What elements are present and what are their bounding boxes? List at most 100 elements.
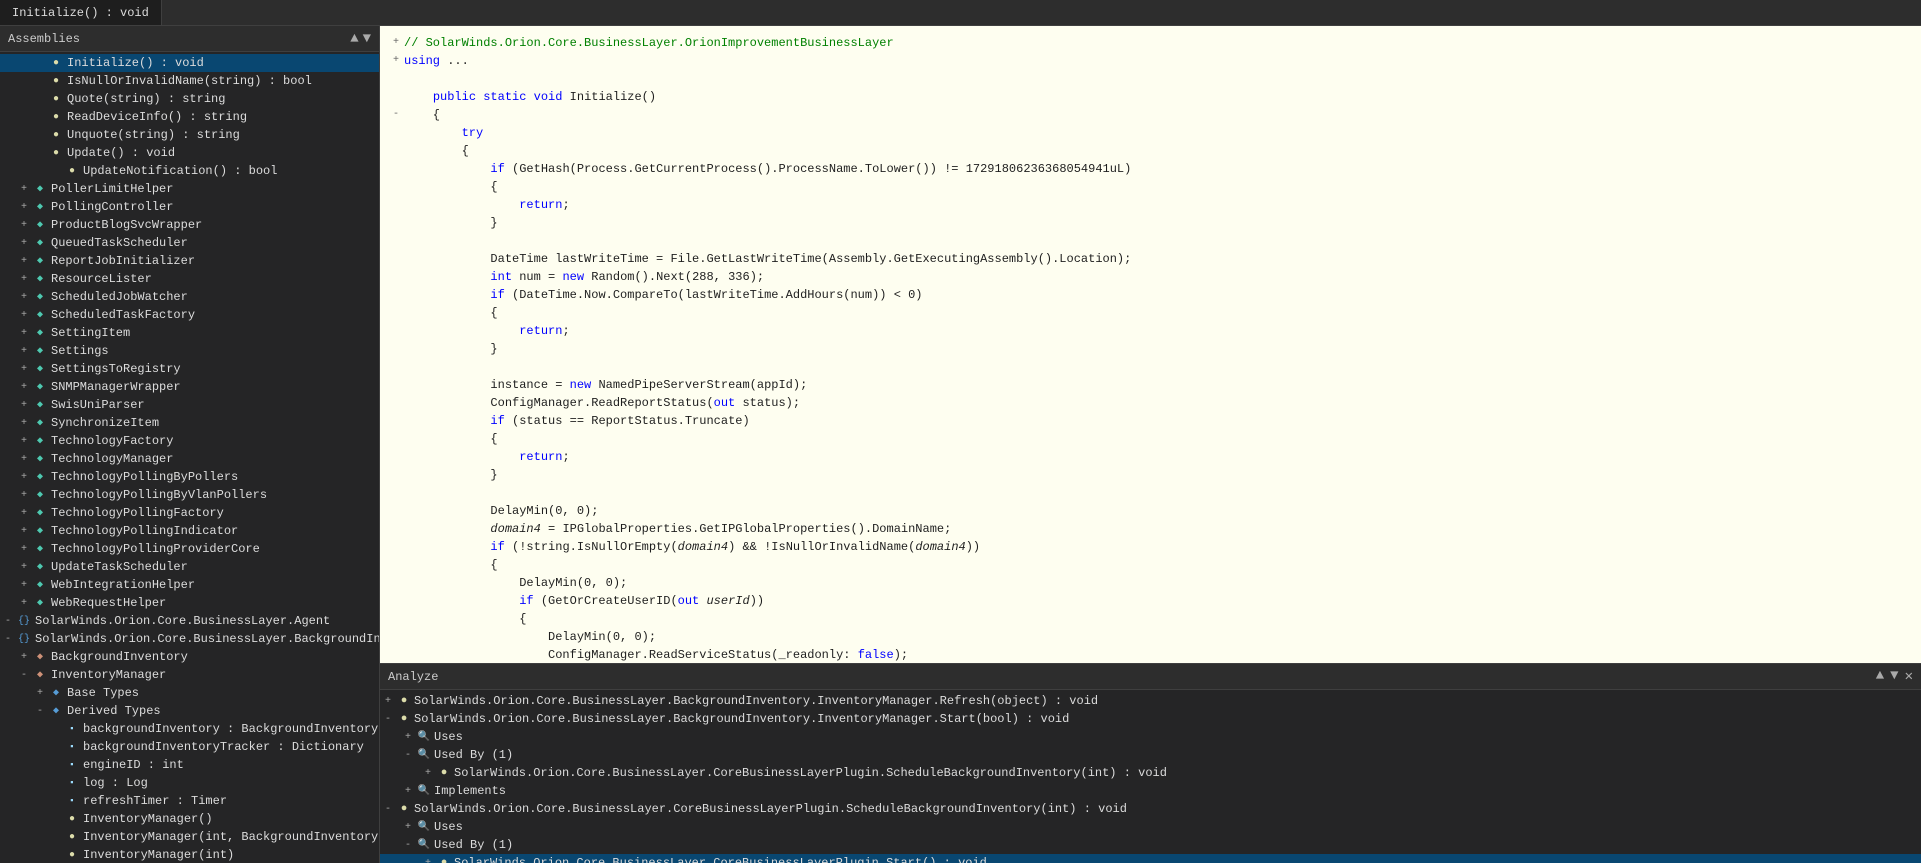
analyze-expander[interactable]: +: [420, 858, 436, 863]
tree-item[interactable]: -{}SolarWinds.Orion.Core.BusinessLayer.A…: [0, 612, 379, 630]
analyze-expander[interactable]: +: [420, 768, 436, 779]
analyze-item[interactable]: -●SolarWinds.Orion.Core.BusinessLayer.Co…: [380, 800, 1921, 818]
tree-item[interactable]: +◆TechnologyFactory: [0, 432, 379, 450]
tree-expander[interactable]: +: [16, 346, 32, 357]
tree-expander[interactable]: +: [16, 580, 32, 591]
tree-expander[interactable]: +: [16, 328, 32, 339]
tree-item[interactable]: +◆SettingItem: [0, 324, 379, 342]
expand-icon[interactable]: ▼: [363, 31, 371, 47]
code-expander[interactable]: +: [388, 34, 404, 52]
tree-item[interactable]: ●InventoryManager(): [0, 810, 379, 828]
analyze-item[interactable]: -🔍Used By (1): [380, 746, 1921, 764]
code-editor[interactable]: +// SolarWinds.Orion.Core.BusinessLayer.…: [380, 26, 1921, 663]
tree-item[interactable]: ●Update() : void: [0, 144, 379, 162]
analyze-item[interactable]: +●SolarWinds.Orion.Core.BusinessLayer.Ba…: [380, 692, 1921, 710]
tree-item[interactable]: -◆InventoryManager: [0, 666, 379, 684]
analyze-item[interactable]: +●SolarWinds.Orion.Core.BusinessLayer.Co…: [380, 764, 1921, 782]
tree-item[interactable]: ▪backgroundInventory : BackgroundInvento…: [0, 720, 379, 738]
tree-item[interactable]: +◆Settings: [0, 342, 379, 360]
tree-item[interactable]: -◆Derived Types: [0, 702, 379, 720]
analyze-expander[interactable]: -: [380, 804, 396, 815]
analyze-item[interactable]: +🔍Uses: [380, 728, 1921, 746]
analyze-expander[interactable]: +: [400, 786, 416, 797]
tree-expander[interactable]: +: [16, 544, 32, 555]
tree-item[interactable]: +◆TechnologyPollingProviderCore: [0, 540, 379, 558]
analyze-expander[interactable]: -: [380, 714, 396, 725]
tree-item[interactable]: ▪log : Log: [0, 774, 379, 792]
tree-item[interactable]: +◆TechnologyPollingFactory: [0, 504, 379, 522]
tree-item[interactable]: ▪backgroundInventoryTracker : Dictionary: [0, 738, 379, 756]
collapse-icon[interactable]: ▲: [350, 31, 358, 47]
tree-expander[interactable]: +: [16, 598, 32, 609]
tree-expander[interactable]: +: [16, 364, 32, 375]
tree-item[interactable]: +◆ResourceLister: [0, 270, 379, 288]
tree-item[interactable]: +◆ReportJobInitializer: [0, 252, 379, 270]
tree-expander[interactable]: +: [16, 652, 32, 663]
tree-expander[interactable]: +: [16, 526, 32, 537]
analyze-item[interactable]: +🔍Uses: [380, 818, 1921, 836]
tree-item[interactable]: +◆ProductBlogSvcWrapper: [0, 216, 379, 234]
tree-item[interactable]: +◆PollingController: [0, 198, 379, 216]
tree-item[interactable]: +◆SNMPManagerWrapper: [0, 378, 379, 396]
tree-expander[interactable]: +: [16, 310, 32, 321]
analyze-item[interactable]: +🔍Implements: [380, 782, 1921, 800]
tree-item[interactable]: +◆WebIntegrationHelper: [0, 576, 379, 594]
tree-expander[interactable]: +: [16, 508, 32, 519]
analyze-item[interactable]: -●SolarWinds.Orion.Core.BusinessLayer.Ba…: [380, 710, 1921, 728]
tree-expander[interactable]: +: [16, 256, 32, 267]
analyze-expander[interactable]: -: [400, 750, 416, 761]
tree-item[interactable]: +◆TechnologyManager: [0, 450, 379, 468]
tree-item[interactable]: ●Unquote(string) : string: [0, 126, 379, 144]
tree-expander[interactable]: +: [16, 382, 32, 393]
tree-item[interactable]: ●InventoryManager(int, BackgroundInvento…: [0, 828, 379, 846]
tree-expander[interactable]: +: [16, 418, 32, 429]
tree-item[interactable]: +◆ScheduledJobWatcher: [0, 288, 379, 306]
tree-expander[interactable]: -: [0, 616, 16, 627]
analyze-down-icon[interactable]: ▼: [1890, 668, 1898, 685]
tree-item[interactable]: ●IsNullOrInvalidName(string) : bool: [0, 72, 379, 90]
analyze-tree[interactable]: +●SolarWinds.Orion.Core.BusinessLayer.Ba…: [380, 690, 1921, 863]
tree-item[interactable]: ●ReadDeviceInfo() : string: [0, 108, 379, 126]
tree-item[interactable]: ●Initialize() : void: [0, 54, 379, 72]
tree-item[interactable]: -{}SolarWinds.Orion.Core.BusinessLayer.B…: [0, 630, 379, 648]
tree-item[interactable]: +◆TechnologyPollingIndicator: [0, 522, 379, 540]
tree-item[interactable]: ●Quote(string) : string: [0, 90, 379, 108]
tree-item[interactable]: +◆PollerLimitHelper: [0, 180, 379, 198]
tree-expander[interactable]: +: [32, 688, 48, 699]
tree-item[interactable]: +◆SettingsToRegistry: [0, 360, 379, 378]
tree-expander[interactable]: +: [16, 274, 32, 285]
assemblies-tree[interactable]: ●Initialize() : void ●IsNullOrInvalidNam…: [0, 52, 379, 863]
tree-item[interactable]: +◆UpdateTaskScheduler: [0, 558, 379, 576]
tree-expander[interactable]: -: [0, 634, 16, 645]
analyze-expander[interactable]: +: [400, 822, 416, 833]
tree-expander[interactable]: +: [16, 490, 32, 501]
tree-expander[interactable]: +: [16, 562, 32, 573]
tree-expander[interactable]: +: [16, 238, 32, 249]
code-expander[interactable]: -: [388, 106, 404, 124]
tree-expander[interactable]: +: [16, 436, 32, 447]
tree-item[interactable]: +◆ScheduledTaskFactory: [0, 306, 379, 324]
tree-item[interactable]: ●InventoryManager(int): [0, 846, 379, 863]
tree-item[interactable]: ●UpdateNotification() : bool: [0, 162, 379, 180]
tree-expander[interactable]: +: [16, 184, 32, 195]
tree-expander[interactable]: +: [16, 202, 32, 213]
tree-expander[interactable]: +: [16, 220, 32, 231]
tree-item[interactable]: +◆SynchronizeItem: [0, 414, 379, 432]
tree-expander[interactable]: +: [16, 292, 32, 303]
tree-expander[interactable]: +: [16, 454, 32, 465]
tree-item[interactable]: +◆TechnologyPollingByVlanPollers: [0, 486, 379, 504]
tree-item[interactable]: +◆SwisUniParser: [0, 396, 379, 414]
analyze-expander[interactable]: +: [380, 696, 396, 707]
tree-item[interactable]: +◆Base Types: [0, 684, 379, 702]
tree-expander[interactable]: +: [16, 472, 32, 483]
analyze-expander[interactable]: +: [400, 732, 416, 743]
analyze-close-icon[interactable]: ✕: [1905, 668, 1913, 685]
tree-expander[interactable]: +: [16, 400, 32, 411]
analyze-item[interactable]: +●SolarWinds.Orion.Core.BusinessLayer.Co…: [380, 854, 1921, 863]
tree-expander[interactable]: -: [32, 706, 48, 717]
tree-item[interactable]: +◆WebRequestHelper: [0, 594, 379, 612]
tree-item[interactable]: +◆TechnologyPollingByPollers: [0, 468, 379, 486]
tree-item[interactable]: ▪refreshTimer : Timer: [0, 792, 379, 810]
tree-item[interactable]: ▪engineID : int: [0, 756, 379, 774]
tree-expander[interactable]: -: [16, 670, 32, 681]
